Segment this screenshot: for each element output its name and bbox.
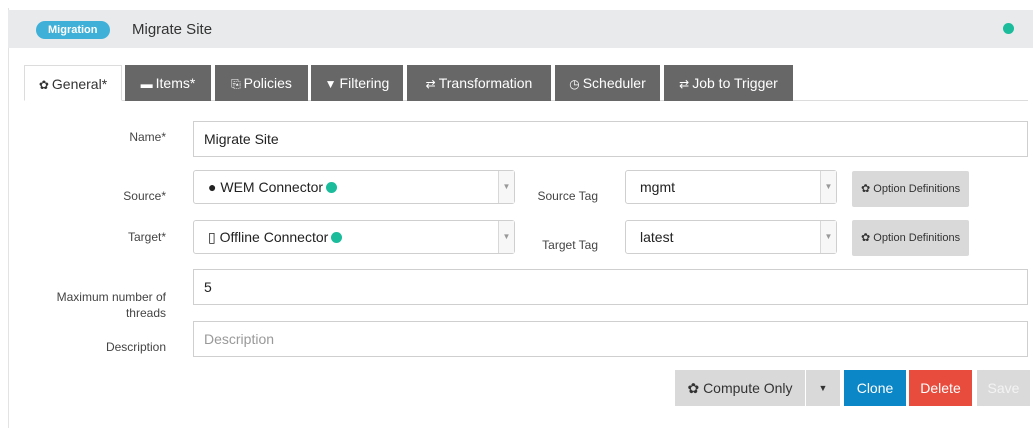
gear-icon: ✿ xyxy=(861,232,871,244)
clone-button[interactable]: Clone xyxy=(844,370,906,406)
target-label: Target* xyxy=(127,230,166,244)
tab-filtering[interactable]: ▼ Filtering xyxy=(311,65,403,101)
tab-job-to-trigger[interactable]: ⇄ Job to Trigger xyxy=(664,65,793,101)
tab-label: Filtering xyxy=(339,75,390,91)
status-indicator xyxy=(1003,23,1014,34)
chevron-down-icon: ▼ xyxy=(498,221,514,253)
option-definitions-label: Option Definitions xyxy=(873,232,961,244)
save-button[interactable]: Save xyxy=(977,370,1030,406)
source-option-definitions-button[interactable]: ✿ Option Definitions xyxy=(852,171,970,207)
tab-label: Items* xyxy=(155,75,196,91)
name-field[interactable]: Migrate Site xyxy=(193,121,1028,157)
target-tag-label: Target Tag xyxy=(542,238,598,252)
source-select[interactable]: ● WEM Connector ▼ xyxy=(193,170,515,204)
gear-icon: ✿ xyxy=(861,183,871,195)
chevron-down-icon: ▼ xyxy=(818,383,828,393)
archive-icon: ▬ xyxy=(140,77,153,91)
tab-label: General* xyxy=(51,76,108,92)
exchange-icon: ⇄ xyxy=(679,77,690,91)
threads-label-line1: Maximum number of xyxy=(56,290,166,304)
compute-only-button[interactable]: ✿ Compute Only xyxy=(675,370,805,406)
exchange-icon: ⇄ xyxy=(425,77,436,91)
globe-icon: ● xyxy=(208,179,217,195)
tab-label: Scheduler xyxy=(582,75,646,91)
target-tag-value: latest xyxy=(640,229,674,245)
source-label: Source* xyxy=(123,189,166,203)
target-value: Offline Connector xyxy=(219,229,329,245)
target-tag-select[interactable]: latest ▼ xyxy=(625,220,837,254)
page-header: Migration Migrate Site xyxy=(8,10,1033,48)
source-status-dot xyxy=(326,182,338,193)
target-option-definitions-button[interactable]: ✿ Option Definitions xyxy=(852,220,970,256)
description-label: Description xyxy=(105,340,166,354)
target-status-dot xyxy=(331,232,343,243)
tab-general[interactable]: ✿ General* xyxy=(24,65,122,101)
target-select[interactable]: ▯ Offline Connector ▼ xyxy=(193,220,515,254)
threads-label: Maximum number of threads xyxy=(40,289,166,321)
tab-transformation[interactable]: ⇄ Transformation xyxy=(407,65,551,101)
file-icon: ▯ xyxy=(208,229,216,245)
gear-icon: ✿ xyxy=(687,380,700,396)
gear-icon: ✿ xyxy=(38,78,49,92)
tab-label: Policies xyxy=(243,75,292,91)
filter-icon: ▼ xyxy=(324,77,337,91)
compute-dropdown-toggle[interactable]: ▼ xyxy=(806,370,840,406)
page-title: Migrate Site xyxy=(132,21,213,38)
source-value: WEM Connector xyxy=(220,179,324,195)
tab-items[interactable]: ▬ Items* xyxy=(125,65,211,101)
option-definitions-label: Option Definitions xyxy=(873,183,961,195)
chevron-down-icon: ▼ xyxy=(820,221,836,253)
tab-label: Job to Trigger xyxy=(692,75,778,91)
threads-field[interactable]: 5 xyxy=(193,269,1028,305)
description-field[interactable]: Description xyxy=(193,321,1028,357)
source-tag-label: Source Tag xyxy=(537,189,599,203)
tab-label: Transformation xyxy=(438,75,533,91)
chevron-down-icon: ▼ xyxy=(498,171,514,203)
name-label: Name* xyxy=(129,130,166,144)
type-badge: Migration xyxy=(36,21,110,39)
clock-icon: ◷ xyxy=(569,77,580,91)
source-tag-select[interactable]: mgmt ▼ xyxy=(625,170,837,204)
compute-only-label: Compute Only xyxy=(703,380,793,396)
copy-icon: ⎘ xyxy=(231,77,241,91)
chevron-down-icon: ▼ xyxy=(820,171,836,203)
tab-policies[interactable]: ⎘ Policies xyxy=(215,65,308,101)
source-tag-value: mgmt xyxy=(640,179,675,195)
tab-scheduler[interactable]: ◷ Scheduler xyxy=(555,65,660,101)
delete-button[interactable]: Delete xyxy=(909,370,972,406)
threads-label-line2: threads xyxy=(125,306,166,320)
